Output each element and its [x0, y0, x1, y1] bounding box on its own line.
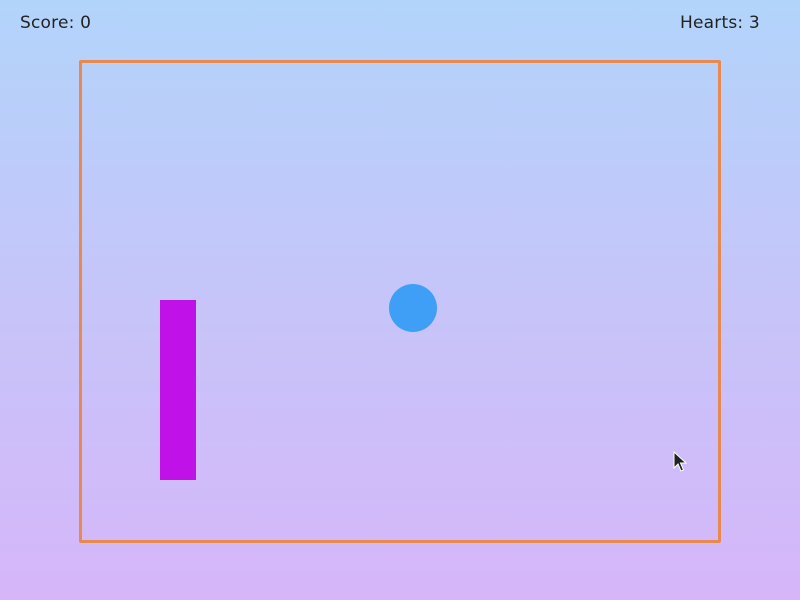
paddle[interactable] — [160, 300, 196, 480]
ball — [389, 284, 437, 332]
score-display: Score: 0 — [20, 13, 92, 33]
hearts-display: Hearts: 3 — [680, 13, 760, 33]
mouse-pointer-icon — [673, 451, 687, 472]
